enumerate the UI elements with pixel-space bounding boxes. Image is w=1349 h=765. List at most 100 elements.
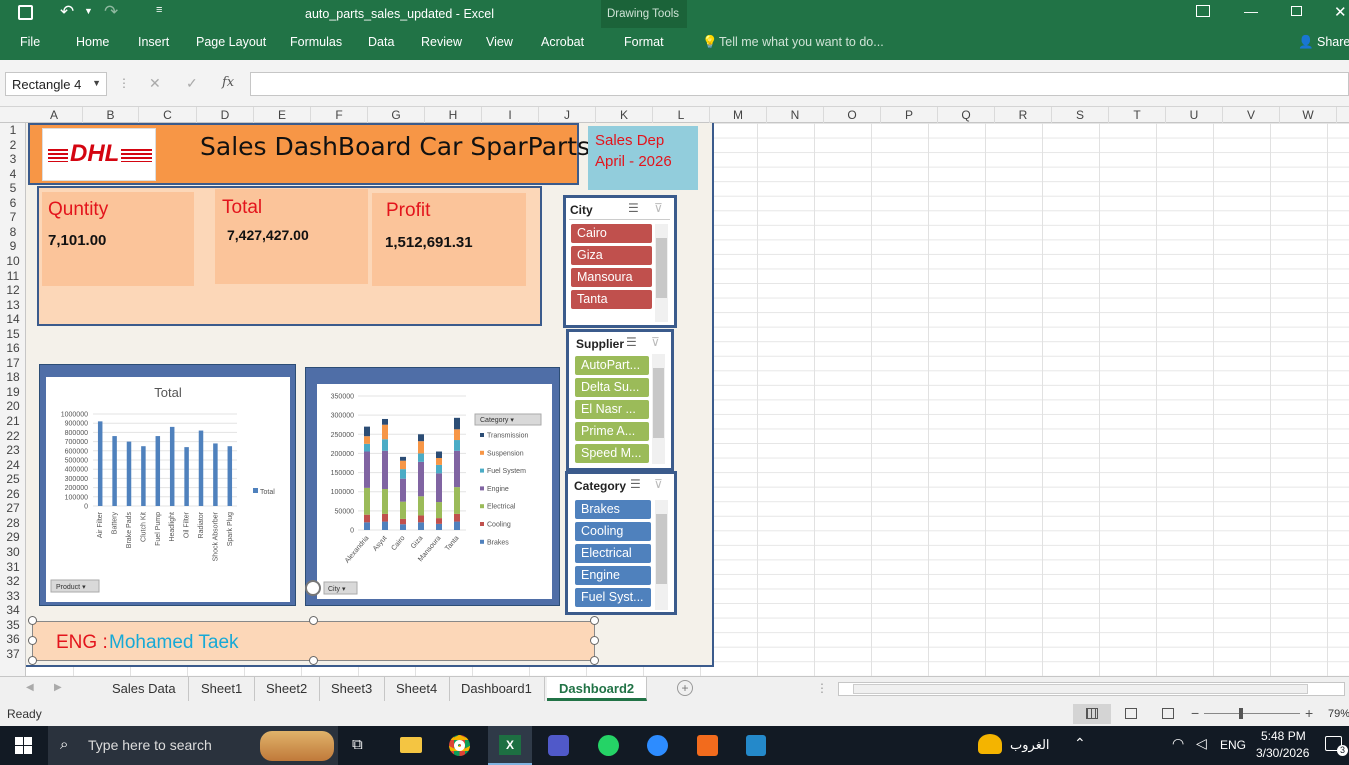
language-indicator[interactable]: ENG [1220,738,1246,752]
clock-date[interactable]: 3/30/2026 [1256,746,1309,760]
weather-text[interactable]: الغروب [1010,737,1050,753]
sheet-tab-sheet2[interactable]: Sheet2 [254,677,321,701]
column-header[interactable]: M [710,107,767,123]
save-icon[interactable] [18,5,33,20]
enter-icon[interactable]: ✓ [186,75,198,92]
scroll-right-icon[interactable]: ▶ [54,682,62,693]
stacked-bar-segment[interactable] [436,518,442,524]
clock-time[interactable]: 5:48 PM [1261,729,1306,743]
row-header[interactable]: 19 [0,386,26,399]
tell-me-box[interactable]: Tell me what you want to do... [719,35,884,49]
slicer-city-item-cairo[interactable]: Cairo [571,224,652,243]
row-header[interactable]: 32 [0,575,26,588]
row-header[interactable]: 22 [0,429,26,442]
minimize-icon[interactable]: — [1244,3,1258,19]
resize-handle-tm[interactable] [309,616,318,625]
column-header[interactable]: B [83,107,139,123]
stacked-bar-segment[interactable] [400,518,406,525]
tab-review[interactable]: Review [421,35,462,49]
stacked-bar-segment[interactable] [436,473,442,503]
stacked-bar-segment[interactable] [436,464,442,474]
column-header[interactable]: O [824,107,881,123]
column-header[interactable]: G [368,107,425,123]
column-header[interactable]: L [653,107,710,123]
undo-icon[interactable]: ↶ [60,2,74,22]
scroll-left-icon[interactable]: ◀ [26,682,34,693]
stacked-bar-segment[interactable] [382,489,388,514]
column-header[interactable]: K [596,107,653,123]
tab-splitter[interactable]: ⋮ [816,681,828,695]
page-break-view-icon[interactable] [1162,708,1174,719]
bar[interactable] [155,436,161,506]
column-header[interactable]: I [482,107,539,123]
column-header[interactable]: P [881,107,938,123]
slicer-category-scrollbar[interactable] [655,500,668,610]
stacked-bar-segment[interactable] [418,434,424,442]
row-header[interactable]: 20 [0,400,26,413]
tray-overflow-icon[interactable]: ⌃ [1074,735,1086,752]
stacked-bar-segment[interactable] [418,441,424,454]
teams-icon[interactable] [548,735,569,756]
footer-shape[interactable]: ENG : Mohamed Taek [32,621,595,661]
stacked-bar-segment[interactable] [418,522,424,530]
zoom-slider-thumb[interactable] [1239,708,1243,719]
multi-select-icon[interactable]: ☰ [626,335,637,349]
ide-icon[interactable] [697,735,718,756]
tab-format[interactable]: Format [624,35,664,49]
resize-handle-tr[interactable] [590,616,599,625]
task-view-icon[interactable]: ⧉ [352,736,363,753]
resize-handle-tl[interactable] [28,616,37,625]
resize-handle-bm[interactable] [309,656,318,665]
stacked-bar-segment[interactable] [364,436,370,444]
tab-file[interactable]: File [20,35,40,49]
row-header[interactable]: 27 [0,502,26,515]
row-header[interactable]: 18 [0,371,26,384]
slicer-city-scrollbar[interactable] [655,224,668,322]
clear-filter-icon[interactable]: ⊽ [654,477,663,491]
stacked-bar-segment[interactable] [400,501,406,519]
volume-icon[interactable]: ◁ [1196,735,1207,752]
row-header[interactable]: 31 [0,560,26,573]
slicer-supplier-item-prime[interactable]: Prime A... [575,422,649,441]
multi-select-icon[interactable]: ☰ [630,477,641,491]
stacked-bar-segment[interactable] [400,478,406,502]
multi-select-icon[interactable]: ☰ [628,201,639,215]
column-header[interactable]: S [1052,107,1109,123]
ribbon-display-icon[interactable] [1196,5,1210,17]
chart-total[interactable]: Total10000009000008000007000006000005000… [45,376,289,601]
slicer-category-item-fuel-system[interactable]: Fuel Syst... [575,588,651,607]
column-header[interactable]: U [1166,107,1223,123]
slicer-category-item-cooling[interactable]: Cooling [575,522,651,541]
stacked-bar-segment[interactable] [418,515,424,523]
stacked-bar-segment[interactable] [382,513,388,522]
slicer-city-item-giza[interactable]: Giza [571,246,652,265]
excel-taskbar-active[interactable]: X [488,726,532,765]
tab-data[interactable]: Data [368,35,394,49]
resize-handle-mr[interactable] [590,636,599,645]
stacked-bar-segment[interactable] [364,443,370,452]
column-header[interactable]: A [26,107,83,123]
resize-handle-bl[interactable] [28,656,37,665]
column-header[interactable]: J [539,107,596,123]
stacked-bar-segment[interactable] [364,514,370,523]
cancel-icon[interactable]: ✕ [149,75,161,92]
formula-input[interactable] [250,72,1349,96]
taskbar-search-box[interactable]: ⌕ Type here to search [48,726,338,765]
row-header[interactable]: 23 [0,444,26,457]
whatsapp-icon[interactable] [598,735,619,756]
dept-box[interactable]: Sales Dep April - 2026 [588,126,698,190]
stacked-bar-segment[interactable] [436,451,442,459]
clear-filter-icon[interactable]: ⊽ [654,201,663,215]
chrome-icon[interactable] [449,735,470,756]
name-box[interactable]: Rectangle 4 ▼ [5,72,107,96]
resize-handle-ml[interactable] [28,636,37,645]
redo-icon[interactable]: ↷ [104,2,118,22]
slicer-category-item-electrical[interactable]: Electrical [575,544,651,563]
stacked-bar-segment[interactable] [436,502,442,519]
tab-page-layout[interactable]: Page Layout [196,35,266,49]
row-header[interactable]: 36 [0,633,26,646]
row-header[interactable]: 35 [0,618,26,631]
stacked-bar-segment[interactable] [382,521,388,530]
resize-handle-br[interactable] [590,656,599,665]
stacked-bar-segment[interactable] [454,450,460,488]
